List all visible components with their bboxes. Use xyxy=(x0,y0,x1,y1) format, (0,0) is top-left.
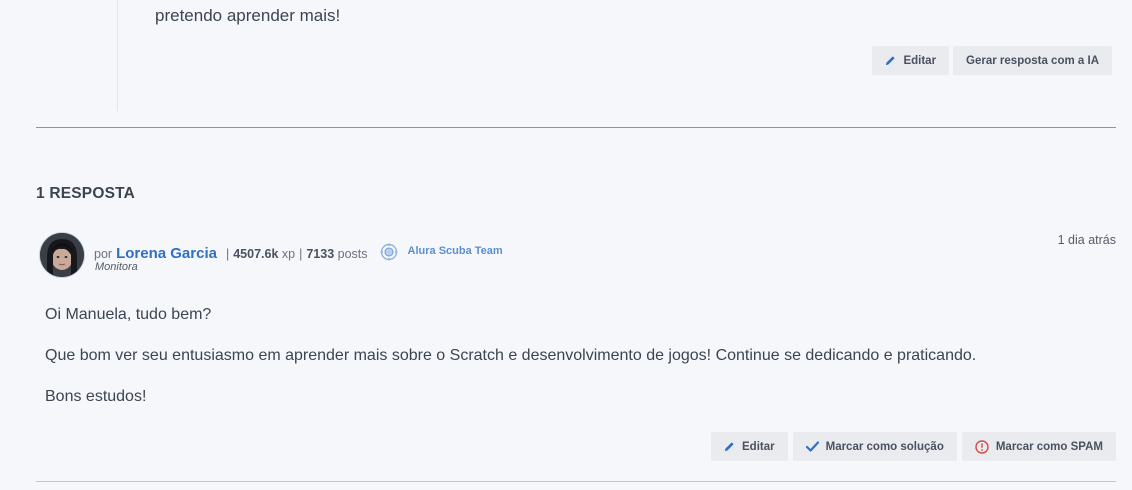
question-section: pretendo aprender mais! Editar Gerar res… xyxy=(0,0,1132,128)
answer-paragraph: Oi Manuela, tudo bem? xyxy=(45,306,212,323)
question-edit-label: Editar xyxy=(903,54,937,67)
answer-actions: Editar Marcar como solução Marcar como S… xyxy=(711,432,1116,461)
team-badge[interactable]: Alura Scuba Team xyxy=(380,240,503,261)
author-prefix: por xyxy=(94,247,113,261)
generate-ai-answer-label: Gerar resposta com a IA xyxy=(966,54,1099,67)
question-text: pretendo aprender mais! xyxy=(155,6,341,25)
answer-paragraph: Bons estudos! xyxy=(45,388,147,405)
team-label: Alura Scuba Team xyxy=(407,244,503,257)
answer-edit-label: Editar xyxy=(742,440,775,453)
mark-solution-label: Marcar como solução xyxy=(825,440,944,453)
bottom-divider xyxy=(36,481,1116,482)
question-rail xyxy=(117,0,118,111)
meta-separator: | xyxy=(225,247,230,261)
pencil-icon xyxy=(724,441,735,452)
answer-paragraph: Que bom ver seu entusiasmo em aprender m… xyxy=(45,347,977,364)
answer-body: Oi Manuela, tudo bem? Que bom ver seu en… xyxy=(45,305,1105,428)
author-line: por Lorena Garcia | 4507.6k xp | 7133 po… xyxy=(94,240,503,262)
posts-unit: posts xyxy=(337,247,368,261)
mark-solution-button[interactable]: Marcar como solução xyxy=(792,432,957,461)
posts-value: 7133 xyxy=(306,247,335,261)
diving-helmet-icon xyxy=(380,240,398,261)
generate-ai-answer-button[interactable]: Gerar resposta com a IA xyxy=(953,46,1112,75)
question-edit-button[interactable]: Editar xyxy=(872,46,950,75)
section-divider xyxy=(36,127,1116,128)
author-name-link[interactable]: Lorena Garcia xyxy=(116,245,217,262)
answer-timestamp: 1 dia atrás xyxy=(1057,233,1116,247)
avatar[interactable] xyxy=(40,233,84,277)
answers-heading: 1 RESPOSTA xyxy=(36,185,136,202)
author-role: Monitora xyxy=(95,261,138,273)
checkmark-icon xyxy=(805,441,819,452)
alert-circle-icon xyxy=(975,439,989,454)
answer-edit-button[interactable]: Editar xyxy=(711,432,788,461)
mark-spam-button[interactable]: Marcar como SPAM xyxy=(961,432,1116,461)
mark-spam-label: Marcar como SPAM xyxy=(995,440,1103,453)
meta-separator: | xyxy=(299,247,303,261)
xp-unit: xp xyxy=(281,247,296,261)
question-actions: Editar Gerar resposta com a IA xyxy=(872,46,1112,75)
pencil-icon xyxy=(885,55,896,66)
xp-value: 4507.6k xyxy=(233,247,279,261)
